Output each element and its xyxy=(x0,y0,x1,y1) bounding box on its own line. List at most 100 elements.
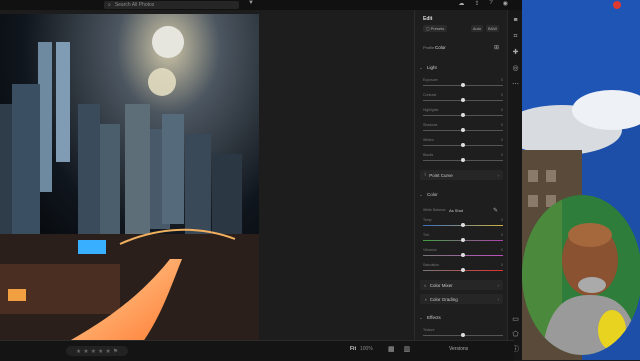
slider-label: Blacks xyxy=(423,153,434,157)
color-mixer-button[interactable]: ◐ Color Mixer › xyxy=(420,280,503,290)
slider-value: 0 xyxy=(501,93,503,97)
versions-button[interactable]: Versions xyxy=(449,346,468,352)
chevron-right-icon: › xyxy=(497,172,500,178)
fit-button[interactable]: Fit xyxy=(350,346,356,352)
eyedropper-icon[interactable]: ✎ xyxy=(493,207,498,214)
bottom-bar: ★ ★ ★ ★ ★ ⚑ Fit 100% ▦ ▥ Versions xyxy=(0,340,514,361)
chevron-down-icon: ⌄ xyxy=(419,192,423,197)
slider-label: Texture xyxy=(423,328,435,332)
light-title: Light xyxy=(427,65,437,70)
star-rating[interactable]: ★ ★ ★ ★ ★ ⚑ xyxy=(66,346,128,356)
slider-value: 0 xyxy=(501,233,503,237)
chevron-down-icon: ⌄ xyxy=(419,315,423,320)
white-balance-label: White Balance xyxy=(423,208,446,212)
star-icon[interactable]: ★ xyxy=(105,348,110,355)
healing-icon[interactable]: ✚ xyxy=(511,48,520,57)
filter-icon[interactable]: ▼ xyxy=(248,0,254,6)
slider-label: Temp xyxy=(423,218,432,222)
slider-label: Highlights xyxy=(423,108,439,112)
edit-panel: Edit ▢ Presets Auto B&W Profile Color ⊞ … xyxy=(414,10,508,360)
webcam-avatar xyxy=(522,195,640,355)
slider-knob[interactable] xyxy=(461,223,465,227)
bw-button[interactable]: B&W xyxy=(486,25,499,32)
slider-contrast[interactable]: Contrast 0 xyxy=(423,93,503,102)
star-icon[interactable]: ★ xyxy=(91,348,96,355)
color-grading-label: Color Grading xyxy=(429,296,458,302)
star-icon[interactable]: ★ xyxy=(76,348,81,355)
chevron-down-icon: ⌄ xyxy=(419,65,423,70)
search-input[interactable]: ⌕ Search All Photos xyxy=(104,1,239,9)
panel-title: Edit xyxy=(423,16,433,22)
slider-knob[interactable] xyxy=(461,158,465,162)
curve-icon: ⌇ xyxy=(424,172,427,177)
tool-rail: ≡ ⌗ ✚ ◎ ⋯ ▭ ⬠ ⓘ xyxy=(507,10,523,360)
color-title: Color xyxy=(427,192,438,197)
edit-sliders-icon[interactable]: ≡ xyxy=(511,16,520,25)
slider-knob[interactable] xyxy=(461,268,465,272)
slider-texture[interactable]: Texture xyxy=(423,328,503,337)
tag-icon[interactable]: ⬠ xyxy=(511,330,520,339)
color-grading-button[interactable]: ◑ Color Grading › xyxy=(420,294,503,304)
profile-browser-icon[interactable]: ⊞ xyxy=(494,44,499,51)
slider-knob[interactable] xyxy=(461,143,465,147)
slider-temp[interactable]: Temp 0 xyxy=(423,218,503,227)
color-section-header[interactable]: ⌄ Color xyxy=(419,192,504,198)
city-night-photo[interactable] xyxy=(0,14,259,346)
slider-knob[interactable] xyxy=(461,253,465,257)
search-icon: ⌕ xyxy=(108,2,111,8)
profile-dropdown[interactable]: Color xyxy=(435,45,446,50)
notification-icon[interactable]: ◉ xyxy=(503,0,508,7)
cloud-sync-icon[interactable]: ☁ xyxy=(458,0,464,7)
slider-label: Tint xyxy=(423,233,429,237)
slider-value: 0 xyxy=(501,78,503,82)
help-icon[interactable]: ? xyxy=(489,0,492,7)
point-curve-button[interactable]: ⌇ Point Curve › xyxy=(420,170,503,180)
slider-knob[interactable] xyxy=(461,113,465,117)
slider-shadows[interactable]: Shadows 0 xyxy=(423,123,503,132)
slider-value: 0 xyxy=(501,248,503,252)
profile-preset-button[interactable]: ▢ Presets xyxy=(423,25,447,32)
slider-knob[interactable] xyxy=(461,333,465,337)
slider-knob[interactable] xyxy=(461,128,465,132)
grid-view-icon[interactable]: ▦ xyxy=(388,345,395,353)
slider-tint[interactable]: Tint 0 xyxy=(423,233,503,242)
slider-label: Vibrance xyxy=(423,248,437,252)
view-icons: ▦ ▥ xyxy=(388,345,410,353)
slider-value: 0 xyxy=(501,108,503,112)
light-section-header[interactable]: ⌄ Light xyxy=(419,65,504,71)
slider-knob[interactable] xyxy=(461,98,465,102)
more-icon[interactable]: ⋯ xyxy=(511,80,520,89)
compare-view-icon[interactable]: ▥ xyxy=(404,345,411,353)
profile-label: Profile xyxy=(423,45,435,50)
slider-whites[interactable]: Whites 0 xyxy=(423,138,503,147)
color-mixer-label: Color Mixer xyxy=(429,282,453,288)
slider-exposure[interactable]: Exposure 0 xyxy=(423,78,503,87)
flag-icon[interactable]: ⚑ xyxy=(113,348,118,355)
color-mixer-icon: ◐ xyxy=(424,282,427,288)
slider-highlights[interactable]: Highlights 0 xyxy=(423,108,503,117)
crop-icon[interactable]: ⌗ xyxy=(511,32,520,41)
comment-icon[interactable]: ▭ xyxy=(511,315,520,324)
search-placeholder: Search All Photos xyxy=(114,2,155,8)
slider-blacks[interactable]: Blacks 0 xyxy=(423,153,503,162)
photo-canvas xyxy=(0,10,414,346)
share-icon[interactable]: ⇪ xyxy=(474,0,479,7)
slider-saturation[interactable]: Saturation 0 xyxy=(423,263,503,272)
effects-section-header[interactable]: ⌄ Effects xyxy=(419,315,504,321)
slider-knob[interactable] xyxy=(461,238,465,242)
auto-button[interactable]: Auto xyxy=(471,25,483,32)
slider-value: 0 xyxy=(501,138,503,142)
slider-label: Contrast xyxy=(423,93,437,97)
white-balance-dropdown[interactable]: As Shot xyxy=(449,208,463,213)
slider-knob[interactable] xyxy=(461,83,465,87)
slider-value: 0 xyxy=(501,263,503,267)
slider-label: Whites xyxy=(423,138,434,142)
zoom-value[interactable]: 100% xyxy=(360,346,373,352)
star-icon[interactable]: ★ xyxy=(83,348,88,355)
effects-title: Effects xyxy=(427,315,441,320)
star-icon[interactable]: ★ xyxy=(98,348,103,355)
color-grading-icon: ◑ xyxy=(424,296,427,302)
slider-label: Shadows xyxy=(423,123,438,127)
masking-icon[interactable]: ◎ xyxy=(511,64,520,73)
slider-vibrance[interactable]: Vibrance 0 xyxy=(423,248,503,257)
